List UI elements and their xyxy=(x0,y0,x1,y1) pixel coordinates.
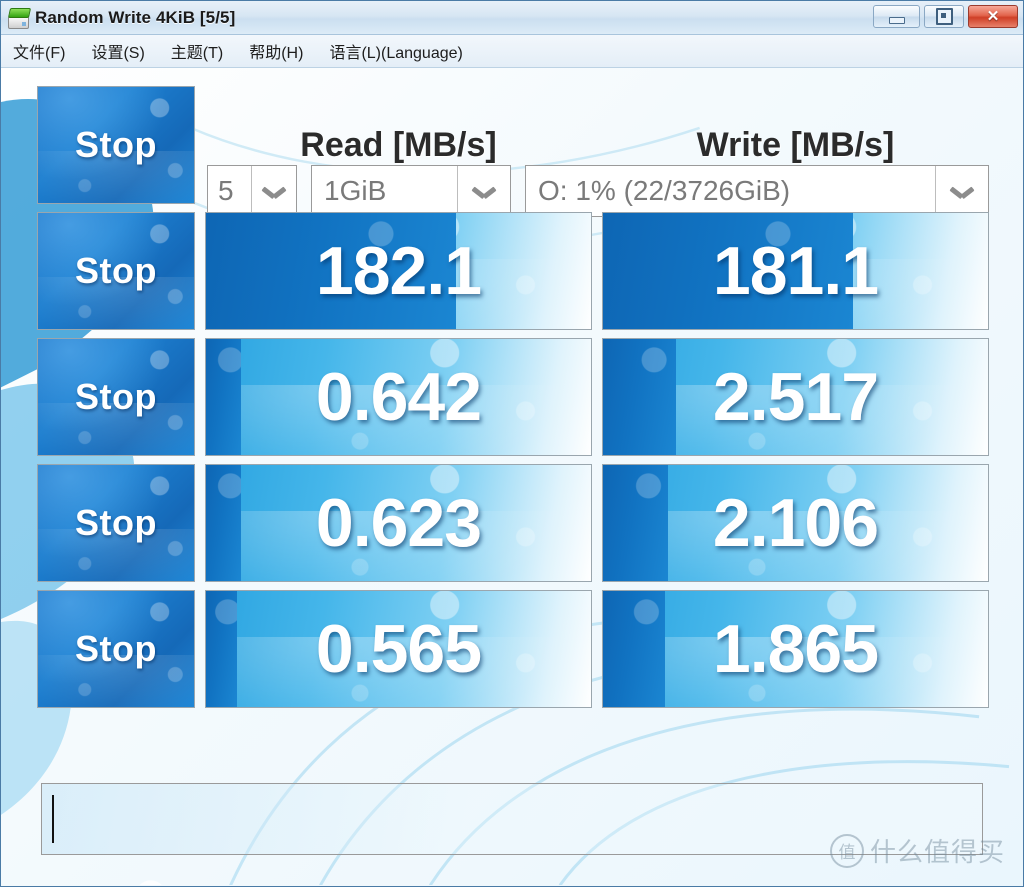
write-value: 181.1 xyxy=(712,233,879,309)
write-value-cell[interactable]: 1.865 xyxy=(602,590,989,708)
maximize-button[interactable] xyxy=(924,5,964,28)
read-value: 0.623 xyxy=(315,485,482,561)
write-value-cell[interactable]: 2.517 xyxy=(602,338,989,456)
read-value-cell[interactable]: 0.623 xyxy=(205,464,592,582)
write-progress-fill xyxy=(603,339,677,455)
all-button-cell: Stop xyxy=(37,86,195,204)
write-value-cell[interactable]: 181.1 xyxy=(602,212,989,330)
rnd-stop-button-1[interactable]: Stop xyxy=(37,338,195,456)
result-row: Stop 0.642 2.517 xyxy=(37,338,989,456)
comment-input[interactable] xyxy=(41,783,983,855)
maximize-icon xyxy=(935,8,953,25)
result-row: Stop 0.623 2.106 xyxy=(37,464,989,582)
close-button[interactable]: ✕ xyxy=(968,5,1018,28)
grid-header-row: Stop Read [MB/s] Write [MB/s] xyxy=(37,86,989,204)
write-column-header: Write [MB/s] xyxy=(696,126,895,164)
all-stop-button[interactable]: Stop xyxy=(37,86,195,204)
read-value: 182.1 xyxy=(315,233,482,309)
menu-file[interactable]: 文件(F) xyxy=(9,37,69,65)
benchmark-grid: Stop Read [MB/s] Write [MB/s] Stop 182.1… xyxy=(37,86,989,708)
window-title: Random Write 4KiB [5/5] xyxy=(35,7,236,27)
read-value-cell[interactable]: 0.565 xyxy=(205,590,592,708)
rnd-stop-button-2[interactable]: Stop xyxy=(37,464,195,582)
window-controls: ✕ xyxy=(873,5,1018,28)
menu-help[interactable]: 帮助(H) xyxy=(245,37,307,65)
menu-settings[interactable]: 设置(S) xyxy=(87,37,148,65)
row-button-cell: Stop xyxy=(37,464,195,582)
read-progress-fill xyxy=(206,339,241,455)
read-progress-fill xyxy=(206,465,241,581)
menu-language[interactable]: 语言(L)(Language) xyxy=(325,37,466,65)
minimize-button[interactable] xyxy=(873,5,920,28)
write-value: 2.106 xyxy=(712,485,879,561)
write-value-cell[interactable]: 2.106 xyxy=(602,464,989,582)
read-value: 0.642 xyxy=(315,359,482,435)
result-row: Stop 0.565 1.865 xyxy=(37,590,989,708)
row-button-label: Stop xyxy=(75,502,157,543)
minimize-icon xyxy=(888,16,905,24)
title-bar: Random Write 4KiB [5/5] ✕ xyxy=(1,1,1023,35)
read-progress-fill xyxy=(206,591,237,707)
all-stop-label: Stop xyxy=(75,124,157,165)
row-value-cells: 182.1 181.1 xyxy=(205,212,989,330)
write-value: 2.517 xyxy=(712,359,879,435)
write-value: 1.865 xyxy=(712,611,879,687)
crystaldiskmark-window: Random Write 4KiB [5/5] ✕ 文件(F) 设置(S) 主题… xyxy=(0,0,1024,887)
main-content: 5 1GiB O: 1% (22/3726GiB) Stop Read [MB/… xyxy=(1,68,1023,886)
row-button-label: Stop xyxy=(75,376,157,417)
row-button-cell: Stop xyxy=(37,212,195,330)
close-icon: ✕ xyxy=(986,8,1000,25)
read-value: 0.565 xyxy=(315,611,482,687)
write-progress-fill xyxy=(603,591,665,707)
crystaldiskmark-icon xyxy=(7,7,32,29)
row-value-cells: 0.565 1.865 xyxy=(205,590,989,708)
seq-stop-button[interactable]: Stop xyxy=(37,212,195,330)
row-button-cell: Stop xyxy=(37,590,195,708)
rnd-stop-button-3[interactable]: Stop xyxy=(37,590,195,708)
menu-theme[interactable]: 主题(T) xyxy=(167,37,227,65)
row-button-cell: Stop xyxy=(37,338,195,456)
read-value-cell[interactable]: 0.642 xyxy=(205,338,592,456)
column-headers: Read [MB/s] Write [MB/s] xyxy=(205,86,989,204)
text-caret xyxy=(52,795,54,843)
row-value-cells: 0.642 2.517 xyxy=(205,338,989,456)
read-value-cell[interactable]: 182.1 xyxy=(205,212,592,330)
result-row: Stop 182.1 181.1 xyxy=(37,212,989,330)
menu-bar: 文件(F) 设置(S) 主题(T) 帮助(H) 语言(L)(Language) xyxy=(1,35,1023,68)
row-button-label: Stop xyxy=(75,250,157,291)
row-value-cells: 0.623 2.106 xyxy=(205,464,989,582)
row-button-label: Stop xyxy=(75,628,157,669)
read-column-header: Read [MB/s] xyxy=(300,126,497,164)
write-progress-fill xyxy=(603,465,669,581)
